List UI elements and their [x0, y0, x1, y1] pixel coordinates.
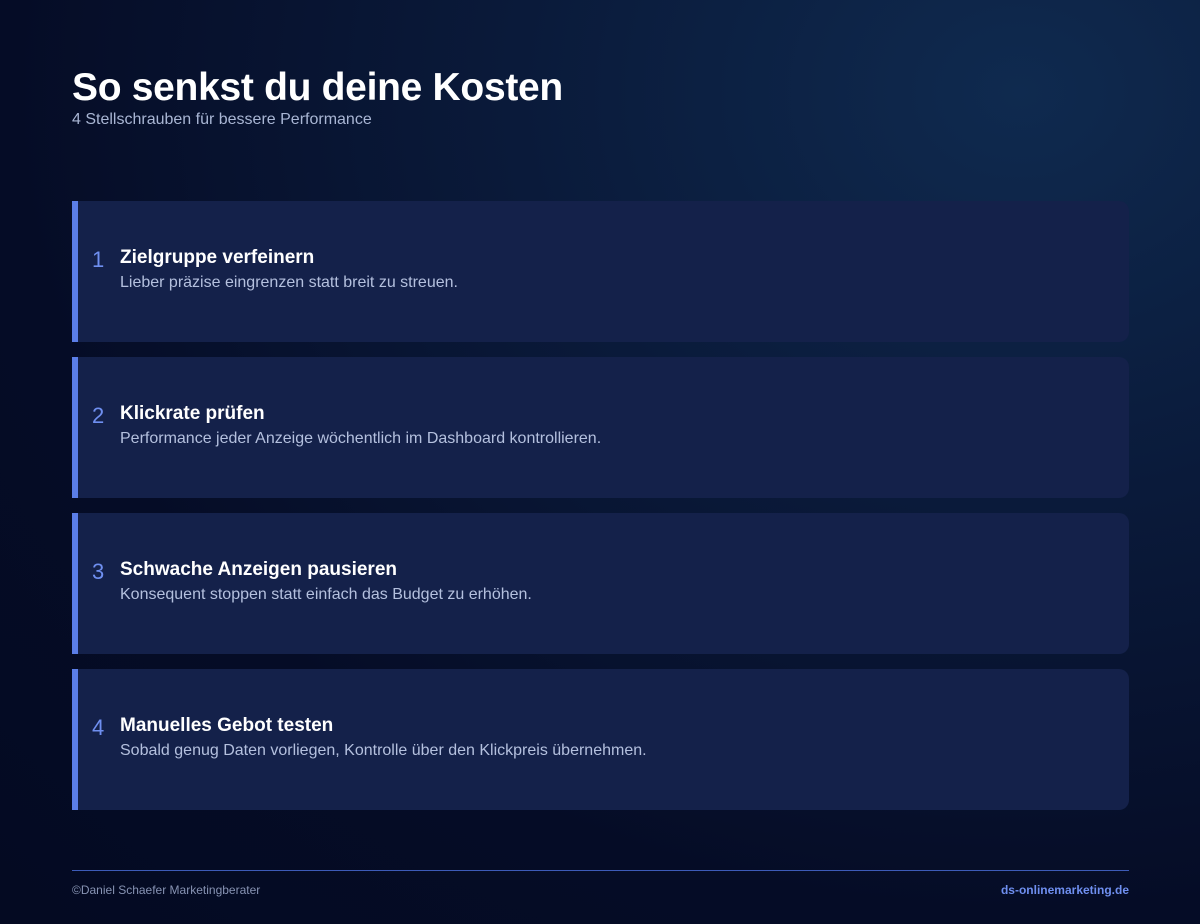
tip-card-1: 1 Zielgruppe verfeinern Lieber präzise e…	[72, 201, 1129, 342]
tip-title: Schwache Anzeigen pausieren	[120, 559, 397, 580]
tip-title: Manuelles Gebot testen	[120, 715, 334, 736]
tip-number: 3	[92, 559, 105, 584]
page-container: So senkst du deine Kosten 4 Stellschraub…	[72, 0, 1129, 924]
tip-card-3: 3 Schwache Anzeigen pausieren Konsequent…	[72, 513, 1129, 654]
tip-card-2: 2 Klickrate prüfen Performance jeder Anz…	[72, 357, 1129, 498]
tip-title: Klickrate prüfen	[120, 403, 265, 424]
tips-list: 1 Zielgruppe verfeinern Lieber präzise e…	[72, 201, 1129, 825]
tip-number: 1	[92, 247, 105, 272]
tip-card-4: 4 Manuelles Gebot testen Sobald genug Da…	[72, 669, 1129, 810]
tip-description: Konsequent stoppen statt einfach das Bud…	[120, 586, 532, 603]
tip-title: Zielgruppe verfeinern	[120, 247, 315, 268]
tip-number: 2	[92, 403, 105, 428]
page-title: So senkst du deine Kosten	[72, 66, 563, 109]
page-subtitle: 4 Stellschrauben für bessere Performance	[72, 111, 372, 128]
tip-number: 4	[92, 715, 105, 740]
footer-divider	[72, 870, 1129, 871]
footer-website-link[interactable]: ds-onlinemarketing.de	[1001, 883, 1129, 897]
tip-description: Performance jeder Anzeige wöchentlich im…	[120, 430, 602, 447]
tip-description: Lieber präzise eingrenzen statt breit zu…	[120, 274, 458, 291]
tip-description: Sobald genug Daten vorliegen, Kontrolle …	[120, 742, 647, 759]
footer-copyright: ©Daniel Schaefer Marketingberater	[72, 883, 261, 897]
